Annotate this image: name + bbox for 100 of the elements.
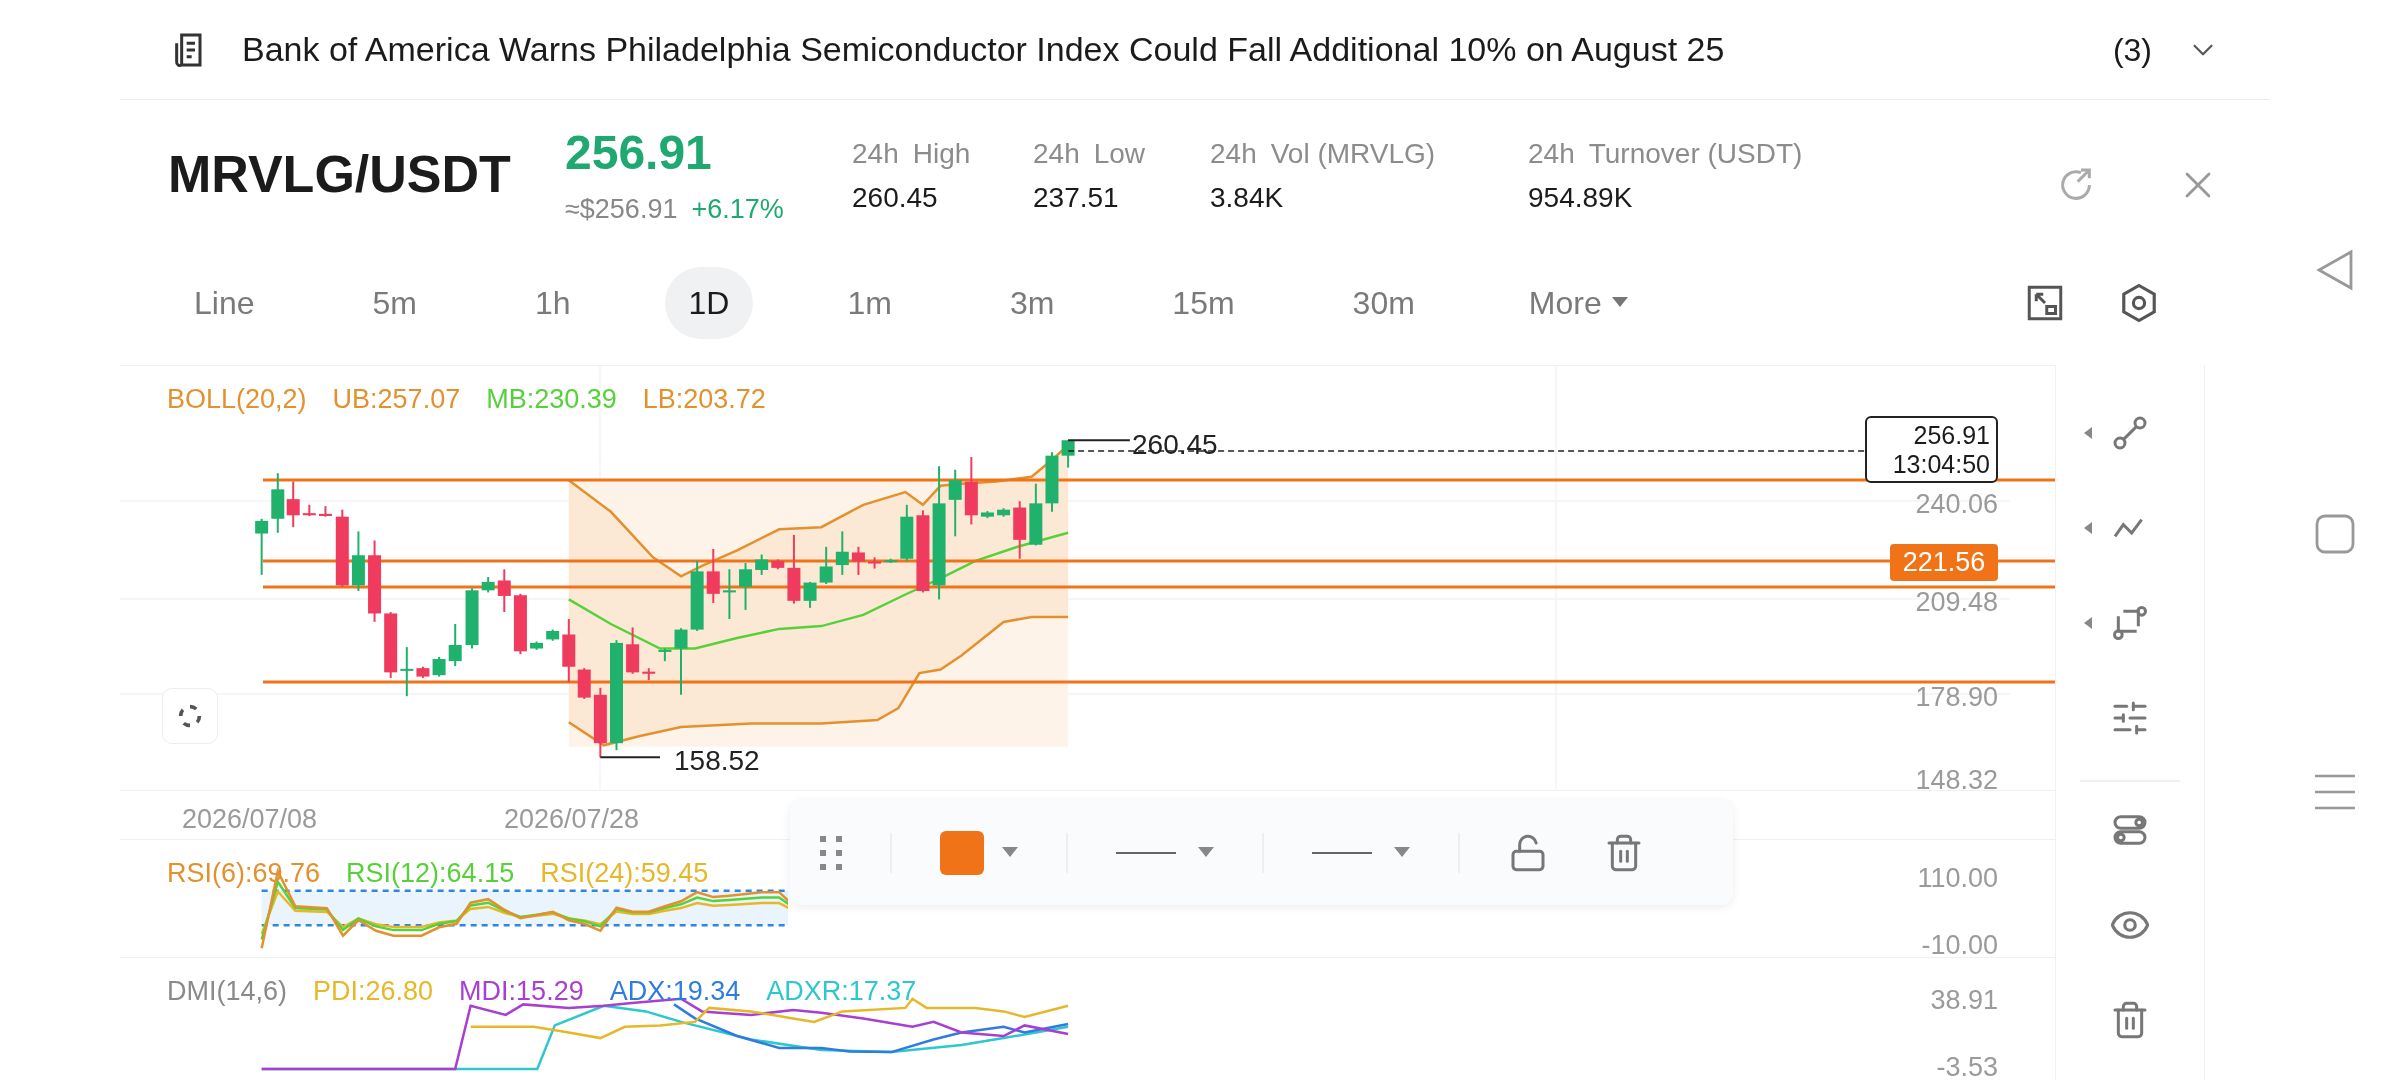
interval-tab[interactable]: Line: [170, 267, 279, 339]
legend-label: PDI:26.80: [313, 978, 434, 1005]
candlestick: [722, 568, 736, 621]
candlestick: [1061, 439, 1075, 469]
candlestick: [351, 530, 365, 592]
axis-label: 178.90: [1915, 681, 1998, 714]
legend-label: ADXR:17.37: [766, 978, 917, 1005]
horizontal-line[interactable]: [263, 478, 2055, 482]
stat-label: Vol (MRVLG): [1270, 137, 1436, 171]
interval-tab[interactable]: 5m: [348, 267, 441, 339]
legend-label: ADX:19.34: [609, 978, 741, 1005]
axis-label: 38.91: [1930, 984, 1998, 1017]
reset-button[interactable]: [162, 688, 218, 744]
line-width-picker[interactable]: [1116, 847, 1214, 858]
candlestick: [771, 558, 785, 571]
caret-icon: [1198, 847, 1214, 858]
axis-label: -3.53: [1936, 1051, 1998, 1080]
stat-label: High: [912, 137, 971, 171]
candlestick: [465, 587, 479, 650]
drag-handle-icon[interactable]: [820, 835, 842, 870]
interval-tab[interactable]: 1h: [510, 267, 595, 339]
candlestick: [900, 503, 914, 562]
axis-label: -10.00: [1921, 929, 1998, 962]
candlestick: [835, 530, 849, 576]
stat-value: 954.89K: [1528, 181, 1634, 215]
candlestick: [739, 561, 753, 611]
interval-tab[interactable]: 3m: [985, 267, 1079, 339]
candlestick: [755, 553, 769, 576]
leader-line: [599, 756, 661, 759]
candlestick: [851, 545, 865, 576]
candlestick: [432, 655, 446, 678]
candlestick: [803, 580, 817, 609]
date-label: 2026/07/28: [504, 803, 640, 836]
horizontal-line[interactable]: [263, 585, 2055, 589]
usd-price: ≈$256.91: [565, 193, 678, 226]
candlestick: [255, 517, 269, 576]
candlestick: [997, 507, 1011, 518]
high-price-label: 260.45: [1132, 428, 1218, 462]
legend-label: MDI:15.29: [459, 978, 584, 1005]
candlestick: [497, 568, 511, 614]
candlestick: [787, 533, 801, 605]
interval-tab[interactable]: 1D: [664, 267, 754, 339]
axis-label: 240.06: [1915, 488, 1998, 521]
candlestick: [1013, 500, 1027, 560]
legend-label: UB:257.07: [332, 386, 461, 413]
low-price-label: 158.52: [674, 744, 760, 778]
news-count: (3): [2112, 30, 2152, 70]
stat-period: 24h: [852, 137, 899, 171]
axis-label: 110.00: [1917, 862, 1998, 895]
candlestick: [530, 640, 544, 651]
caret-icon: [1611, 297, 1628, 309]
legend-label: DMI(14,6): [167, 978, 288, 1005]
candlestick: [948, 468, 962, 538]
candlestick: [271, 472, 285, 534]
candlestick: [884, 557, 898, 564]
candlestick: [400, 646, 414, 698]
interval-tab[interactable]: 30m: [1328, 267, 1439, 339]
legend-label: BOLL(20,2): [167, 386, 307, 413]
interval-tab[interactable]: 1m: [823, 267, 916, 339]
candlestick: [980, 510, 994, 520]
axis-label: 148.32: [1915, 764, 1998, 797]
stat-label: Turnover (USDT): [1588, 137, 1803, 171]
countdown-timer: 13:04:50: [1892, 449, 1990, 479]
alert-price-tag[interactable]: 221.56: [1890, 544, 1998, 581]
stat-label: Low: [1093, 137, 1146, 171]
candlestick: [513, 592, 527, 656]
candlestick: [674, 627, 688, 696]
menu-icon[interactable]: [2315, 774, 2355, 810]
leader-line: [1067, 439, 1131, 442]
candlestick: [964, 456, 978, 526]
candlestick: [1029, 482, 1043, 547]
candlestick: [286, 480, 300, 529]
color-picker[interactable]: [940, 830, 1018, 875]
candlestick: [448, 622, 462, 668]
news-headline[interactable]: Bank of America Warns Philadelphia Semiconductor Index Could Fall Additional 10% on August 25: [242, 24, 1725, 75]
stat-period: 24h: [1210, 137, 1257, 171]
line-style-icon: [1116, 850, 1176, 855]
stat-value: 3.84K: [1210, 181, 1285, 215]
legend-label: LB:203.72: [642, 386, 766, 413]
candlestick: [642, 667, 656, 682]
home-icon[interactable]: [2315, 514, 2355, 554]
candlestick: [416, 665, 430, 679]
date-label: 2026/07/08: [182, 803, 318, 836]
axis-label: 209.48: [1915, 586, 1998, 619]
more-dropdown[interactable]: More: [1528, 279, 1628, 327]
stat-value: 237.51: [1033, 181, 1120, 215]
expand-caret-icon: [2084, 616, 2092, 629]
candlestick: [868, 556, 882, 570]
legend-label: RSI(24):59.45: [540, 860, 709, 887]
candlestick: [318, 505, 332, 518]
candlestick: [481, 576, 495, 594]
candlestick: [706, 547, 720, 604]
last-price: 256.91: [565, 125, 713, 181]
interval-tab[interactable]: 15m: [1148, 267, 1259, 339]
back-icon[interactable]: [2315, 248, 2355, 292]
line-style-picker[interactable]: [1312, 847, 1410, 858]
stat-value: 260.45: [852, 181, 939, 215]
expand-caret-icon: [2084, 521, 2092, 534]
candlestick: [302, 503, 316, 517]
stat-period: 24h: [1528, 137, 1575, 171]
